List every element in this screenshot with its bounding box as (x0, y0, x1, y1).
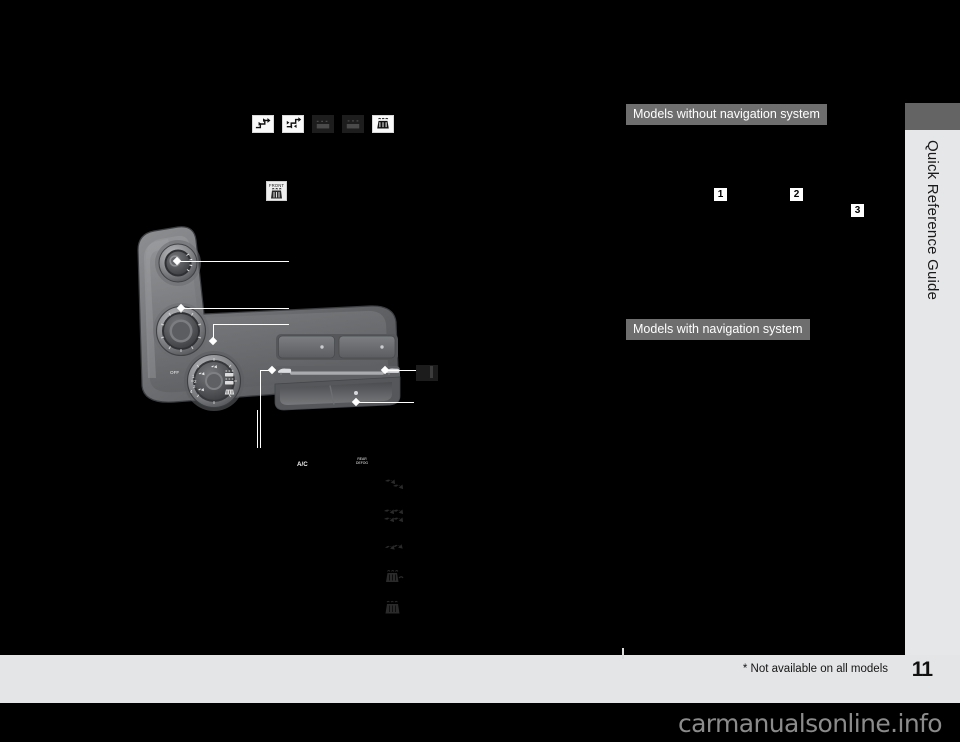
mirror-defroster-icon (342, 115, 364, 133)
ac-button-label[interactable]: A/C (297, 461, 308, 468)
climate-control-illustration: FRONT OFF 1 2 3 4 A/C REAR DEFOG (120, 100, 450, 614)
leader-line-temp (183, 308, 289, 309)
callout-number-3: 3 (850, 203, 865, 218)
section-tab-label: Quick Reference Guide (924, 140, 941, 301)
panel-text-callout-block (416, 365, 438, 381)
fan-tick-3: 3 (193, 384, 196, 389)
front-defroster-icon (372, 115, 394, 133)
rear-defroster-icon (312, 115, 334, 133)
section-tab-cap (905, 103, 960, 130)
fresh-air-intake-icon (252, 115, 274, 133)
watermark: carmanualsonline.info (677, 709, 943, 738)
recirculation-icon (282, 115, 304, 133)
fan-off-label: OFF (170, 370, 180, 375)
floor-mode-icon (382, 537, 404, 555)
recirculation-button-label[interactable]: REAR DEFOG (356, 457, 368, 466)
panel-text-callout-mark (430, 366, 433, 378)
leader-line-fan (179, 261, 289, 262)
floor-defrost-mode-icon (382, 568, 404, 586)
front-defroster-button-icon: FRONT (266, 181, 287, 201)
footnote: * Not available on all models (742, 663, 888, 675)
callout-number-1: 1 (713, 187, 728, 202)
fan-tick-4: 4 (190, 389, 193, 394)
leader-line-mode (213, 324, 289, 325)
leader-line-tray (358, 402, 414, 403)
footer-tick-mark (622, 648, 624, 659)
airflow-icon-row (252, 115, 394, 133)
leader-line-slider (260, 370, 272, 371)
page-number: 11 (911, 658, 933, 681)
vent-floor-mode-icon (382, 506, 404, 524)
caption-models-with-navigation: Models with navigation system (626, 319, 810, 340)
leader-line-mode-vertical (213, 324, 214, 341)
caption-models-without-navigation: Models without navigation system (626, 104, 827, 125)
section-tab-label-wrapper: Quick Reference Guide (905, 130, 960, 550)
leader-line-slider-vertical (260, 370, 261, 448)
manual-page: FRONT OFF 1 2 3 4 A/C REAR DEFOG Models … (0, 0, 960, 742)
defrost-mode-icon (382, 599, 404, 617)
callout-number-2: 2 (789, 187, 804, 202)
leader-line-slider-vertical-2 (257, 410, 258, 448)
vent-mode-icon (382, 475, 404, 493)
airflow-mode-icon-column (382, 475, 404, 617)
